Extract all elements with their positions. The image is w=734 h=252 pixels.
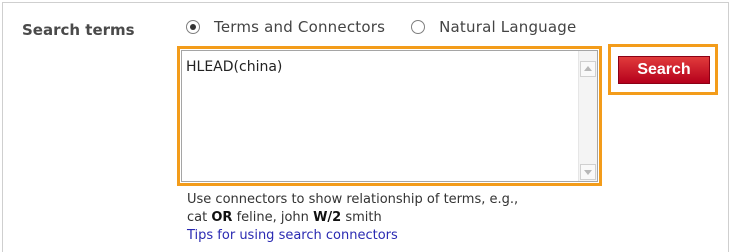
help-line-1: Use connectors to show relationship of t… [187, 192, 519, 207]
help-line-2: cat OR feline, john W/2 smith [187, 209, 518, 227]
help-example-cat: cat [187, 210, 208, 225]
radio-label-terms-and-connectors: Terms and Connectors [214, 18, 386, 36]
search-mode-radio-group: Terms and Connectors Natural Language [186, 18, 602, 36]
help-example-smith: smith [345, 210, 382, 225]
help-example-feline: feline, john [236, 210, 309, 225]
radio-label-natural-language: Natural Language [439, 18, 577, 36]
search-terms-label: Search terms [22, 21, 135, 39]
search-button[interactable]: Search [618, 56, 710, 84]
scroll-up-arrow-icon[interactable] [580, 61, 596, 77]
connector-help-text: Use connectors to show relationship of t… [187, 191, 518, 245]
search-query-textarea[interactable]: HLEAD(china) [181, 50, 598, 182]
scroll-down-arrow-icon[interactable] [580, 164, 596, 180]
help-op-or: OR [211, 210, 233, 225]
radio-natural-language[interactable]: Natural Language [411, 18, 576, 36]
search-query-value[interactable]: HLEAD(china) [186, 59, 282, 75]
radio-checked-icon[interactable] [186, 20, 200, 34]
radio-unchecked-icon[interactable] [411, 20, 426, 34]
help-op-w2: W/2 [313, 210, 342, 225]
textarea-scrollbar[interactable] [578, 51, 597, 181]
radio-terms-and-connectors[interactable]: Terms and Connectors [186, 18, 385, 36]
tips-search-connectors-link[interactable]: Tips for using search connectors [187, 228, 398, 243]
